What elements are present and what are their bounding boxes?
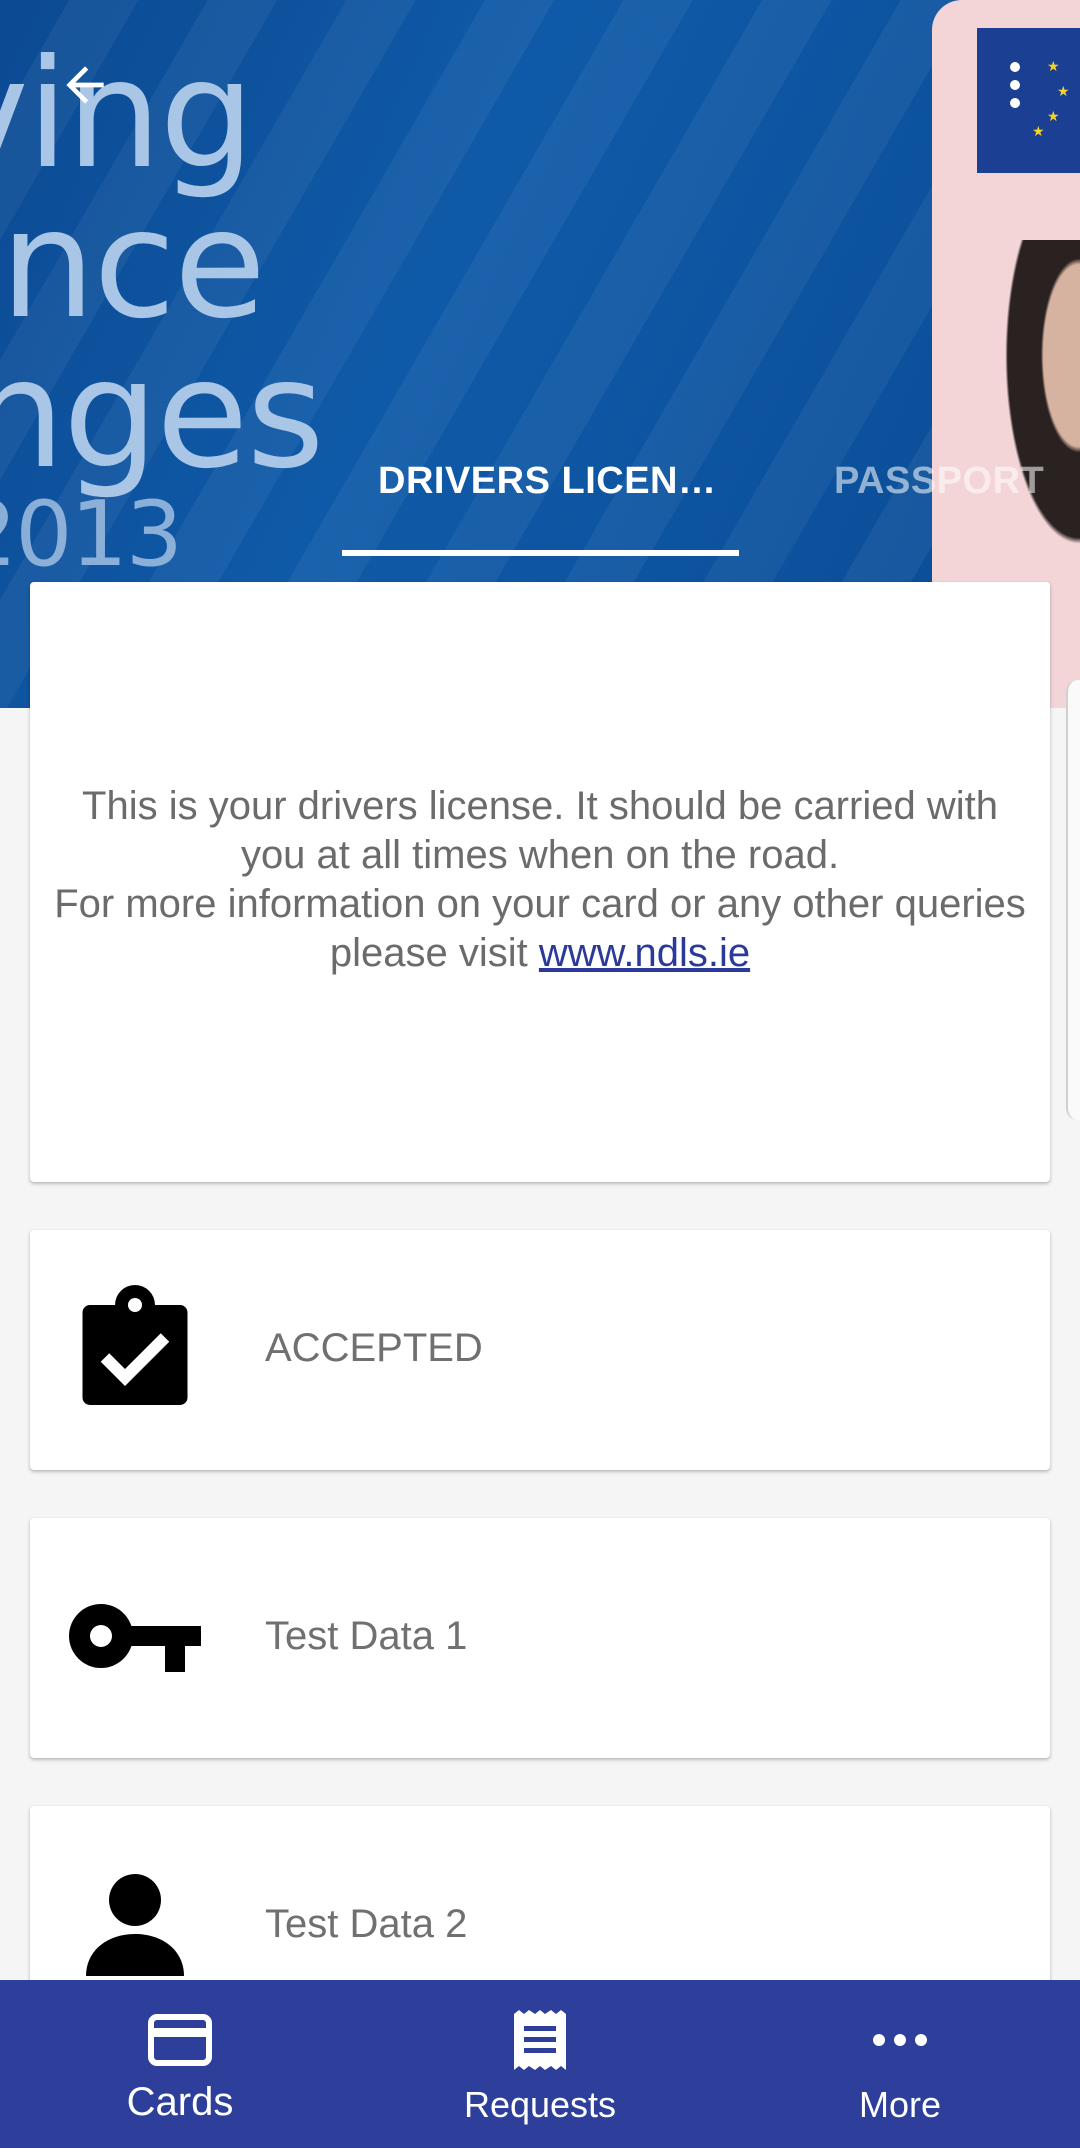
person-icon [60,1856,210,1996]
list-item-test-data-1[interactable]: Test Data 1 [30,1518,1050,1758]
banner-line: ence [0,178,266,352]
tab-indicator [342,550,739,556]
overflow-menu-button[interactable] [990,50,1040,120]
tab-bar: DRIVERS LICEN… PASSPORT [0,420,1080,560]
more-horizontal-icon [860,2010,940,2070]
row-label: ACCEPTED [265,1326,483,1370]
info-text-line1: This is your drivers license. It should … [82,784,998,877]
arrow-left-icon [66,66,104,104]
next-card-edge [1066,680,1080,1120]
row-label: Test Data 1 [265,1614,468,1658]
tab-passport[interactable]: PASSPORT [834,460,1044,503]
dot-icon [1010,62,1020,72]
back-button[interactable] [50,50,120,120]
receipt-icon [500,2010,580,2070]
nav-label: Cards [126,2080,234,2124]
bottom-navigation: Cards Requests More [0,1980,1080,2148]
banner-line: ving [0,28,255,202]
ndls-link[interactable]: www.ndls.ie [539,931,750,975]
nav-label: More [858,2084,942,2125]
row-label: Test Data 2 [265,1902,468,1946]
clipboard-check-icon [60,1280,210,1420]
nav-more[interactable]: More [720,1980,1080,2148]
info-text: This is your drivers license. It should … [50,782,1030,978]
nav-label: Requests [463,2084,617,2125]
info-card: This is your drivers license. It should … [30,582,1050,1182]
list-item-accepted[interactable]: ACCEPTED [30,1230,1050,1470]
card-icon [140,2010,220,2070]
key-icon [60,1568,210,1708]
tab-drivers-license[interactable]: DRIVERS LICEN… [378,460,716,503]
dot-icon [1010,98,1020,108]
dot-icon [1010,80,1020,90]
nav-requests[interactable]: Requests [360,1980,720,2148]
nav-cards[interactable]: Cards [0,1980,360,2148]
